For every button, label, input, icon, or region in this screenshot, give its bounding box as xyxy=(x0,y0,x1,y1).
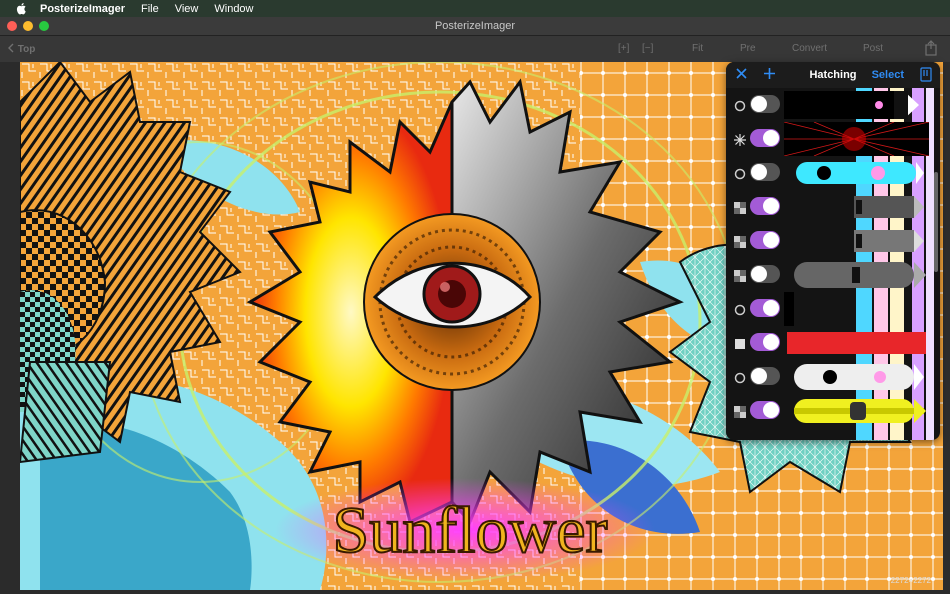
apple-icon[interactable] xyxy=(14,2,28,15)
window-titlebar: PosterizeImager xyxy=(0,17,950,36)
row-toggle[interactable] xyxy=(750,163,780,181)
checker-icon xyxy=(734,202,746,214)
row-toggle[interactable] xyxy=(750,129,780,147)
checker-icon xyxy=(734,406,746,418)
row-toggle[interactable] xyxy=(750,333,780,351)
circle-outline-icon xyxy=(734,168,746,180)
row-toggle[interactable] xyxy=(750,231,780,249)
hatching-preview xyxy=(784,292,794,326)
hatching-preview xyxy=(784,122,929,156)
hatching-preview xyxy=(854,196,924,218)
back-button[interactable]: Top xyxy=(7,43,35,55)
back-label: Top xyxy=(17,44,36,55)
hatching-row[interactable] xyxy=(726,360,940,394)
hatching-row[interactable] xyxy=(726,326,940,360)
post-button[interactable]: Post xyxy=(863,43,883,54)
panel-scrollbar[interactable] xyxy=(934,172,938,272)
image-size-label: 2272×2272 xyxy=(890,576,931,585)
row-toggle[interactable] xyxy=(750,197,780,215)
convert-button[interactable]: Convert xyxy=(792,43,827,54)
menu-file[interactable]: File xyxy=(141,3,159,15)
hatching-preview xyxy=(854,230,924,252)
zoom-window-button[interactable] xyxy=(39,21,49,31)
hatching-preview xyxy=(796,162,924,184)
hatching-preview xyxy=(787,332,926,354)
window-title: PosterizeImager xyxy=(434,20,516,32)
row-toggle[interactable] xyxy=(750,95,780,113)
hatching-row[interactable] xyxy=(726,394,940,428)
chevron-left-icon xyxy=(8,43,14,53)
menu-view[interactable]: View xyxy=(175,3,199,15)
checker-icon xyxy=(734,236,746,248)
row-toggle[interactable] xyxy=(750,367,780,385)
circle-outline-icon xyxy=(734,372,746,384)
pages-icon[interactable] xyxy=(920,67,932,87)
asterisk-icon xyxy=(734,134,746,146)
toolbar: Top [+] [−] Fit Pre Convert Post xyxy=(0,36,950,62)
menu-window[interactable]: Window xyxy=(214,3,253,15)
hatching-row[interactable] xyxy=(726,88,940,122)
pre-button[interactable]: Pre xyxy=(740,43,756,54)
hatching-row[interactable] xyxy=(726,258,940,292)
minimize-window-button[interactable] xyxy=(23,21,33,31)
zoom-in-button[interactable]: [+] xyxy=(618,43,629,54)
share-icon[interactable] xyxy=(924,40,938,59)
row-toggle[interactable] xyxy=(750,401,780,419)
hatching-row[interactable] xyxy=(726,156,940,190)
hatching-preview xyxy=(794,399,926,423)
zoom-out-button[interactable]: [−] xyxy=(642,43,653,54)
hatching-preview xyxy=(784,91,919,119)
poster-title-text: Sunflower xyxy=(333,494,608,567)
circle-outline-icon xyxy=(734,304,746,316)
hatching-preview xyxy=(794,262,926,288)
hatching-panel: Hatching Select xyxy=(726,62,940,440)
row-toggle[interactable] xyxy=(750,299,780,317)
scrollbar-right[interactable] xyxy=(943,62,950,590)
menu-bar: PosterizeImager File View Window xyxy=(0,0,950,17)
square-filled-icon xyxy=(735,339,745,349)
checker-icon xyxy=(734,270,746,282)
menu-app-name[interactable]: PosterizeImager xyxy=(40,3,125,15)
hatching-row[interactable] xyxy=(726,190,940,224)
row-toggle[interactable] xyxy=(750,265,780,283)
hatching-row[interactable] xyxy=(726,292,940,326)
circle-outline-icon xyxy=(734,100,746,112)
select-button[interactable]: Select xyxy=(872,69,904,81)
close-window-button[interactable] xyxy=(7,21,17,31)
panel-title: Hatching xyxy=(809,69,857,81)
hatching-preview xyxy=(794,364,924,390)
hatching-row[interactable] xyxy=(726,122,940,156)
hatching-row[interactable] xyxy=(726,224,940,258)
hatching-panel-header: Hatching Select xyxy=(726,62,940,88)
fit-button[interactable]: Fit xyxy=(692,43,703,54)
